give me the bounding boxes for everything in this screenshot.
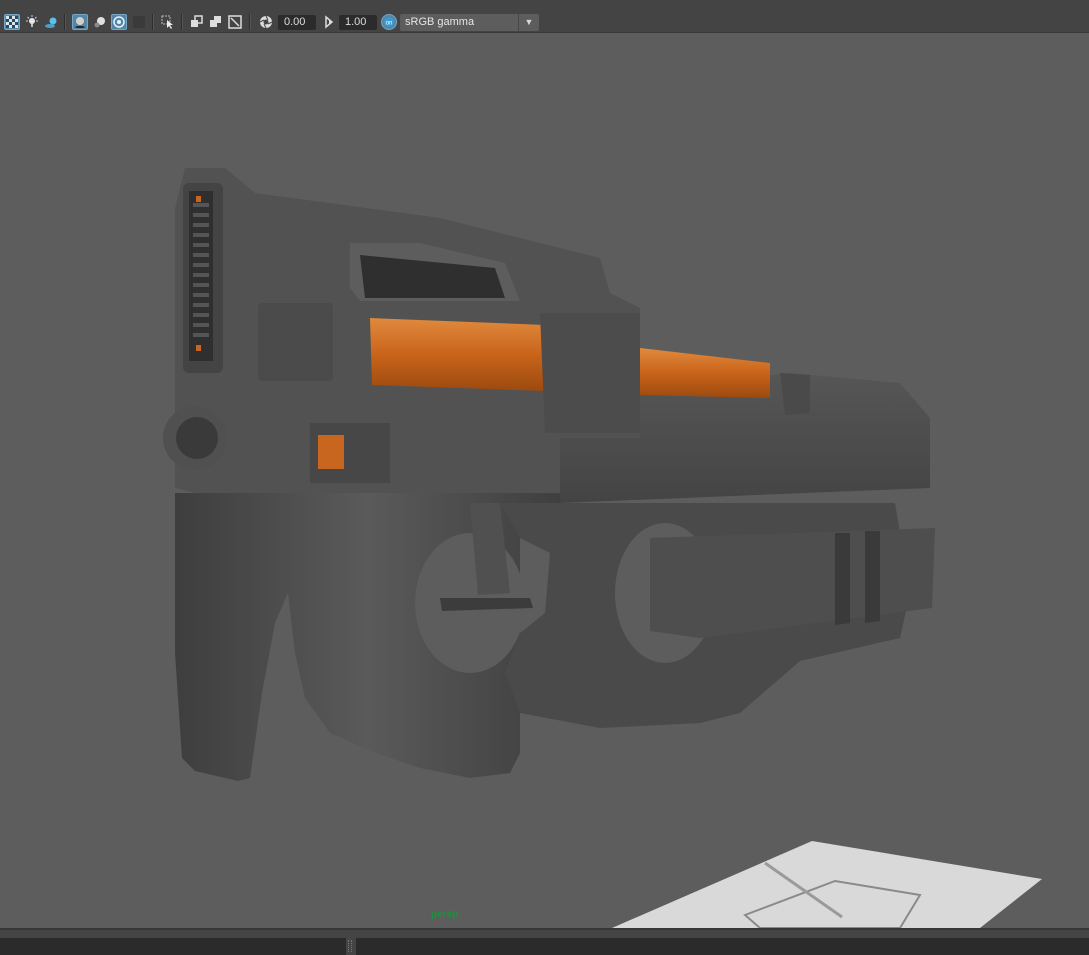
toolbar-separator bbox=[249, 14, 251, 30]
isolate-button[interactable] bbox=[189, 14, 205, 30]
ao-icon bbox=[75, 17, 85, 28]
hud-icon bbox=[133, 16, 145, 28]
toolbar-separator bbox=[181, 14, 183, 30]
sphere-icon bbox=[94, 17, 105, 28]
bottom-bar bbox=[0, 928, 1089, 955]
checker-icon bbox=[6, 16, 18, 28]
toolbar-separator bbox=[64, 14, 66, 30]
gamma-button[interactable] bbox=[321, 14, 337, 30]
select-button[interactable] bbox=[160, 14, 176, 30]
cursor-icon bbox=[161, 15, 173, 29]
colormanagement-icon: on bbox=[384, 17, 394, 27]
gamma-field[interactable]: 1.00 bbox=[339, 15, 377, 30]
anti-aliasing-button[interactable] bbox=[111, 14, 127, 30]
exposure-button[interactable] bbox=[258, 14, 274, 30]
color-management-button[interactable]: on bbox=[381, 14, 397, 30]
3d-viewport[interactable]: persp bbox=[0, 33, 1089, 928]
hud-button[interactable] bbox=[131, 14, 147, 30]
chevron-down-icon[interactable]: ▼ bbox=[518, 14, 539, 31]
aperture-icon bbox=[259, 15, 273, 29]
light-bulb-icon bbox=[26, 15, 38, 27]
shadows-button[interactable] bbox=[43, 14, 59, 30]
color-space-label: sRGB gamma bbox=[405, 16, 475, 28]
scene-render bbox=[163, 168, 1042, 928]
toolbar-separator bbox=[152, 14, 154, 30]
svg-text:on: on bbox=[386, 21, 393, 27]
camera-gate-button[interactable] bbox=[208, 14, 224, 30]
aa-icon bbox=[113, 16, 125, 28]
camera-label: persp bbox=[431, 909, 459, 920]
resize-handle[interactable] bbox=[348, 940, 352, 952]
motion-blur-button[interactable] bbox=[92, 14, 108, 30]
lighting-button[interactable] bbox=[24, 14, 40, 30]
weapon-model bbox=[163, 168, 935, 781]
viewport-toolbar: 0.00 1.00 on sRGB gamma ▼ bbox=[0, 0, 1089, 33]
xray-toggle-button[interactable] bbox=[4, 14, 20, 30]
ambient-occlusion-button[interactable] bbox=[72, 14, 88, 30]
right-panel bbox=[356, 938, 1089, 955]
gamma-icon bbox=[325, 15, 334, 29]
resolution-icon bbox=[228, 15, 242, 29]
ground-paper bbox=[612, 841, 1042, 928]
shadow-icon bbox=[45, 17, 57, 28]
exposure-field[interactable]: 0.00 bbox=[278, 15, 316, 30]
gate-icon bbox=[210, 16, 221, 27]
resolution-gate-button[interactable] bbox=[227, 14, 243, 30]
color-space-dropdown[interactable]: sRGB gamma ▼ bbox=[400, 14, 539, 31]
left-panel bbox=[0, 938, 346, 955]
isolate-icon bbox=[191, 15, 203, 27]
